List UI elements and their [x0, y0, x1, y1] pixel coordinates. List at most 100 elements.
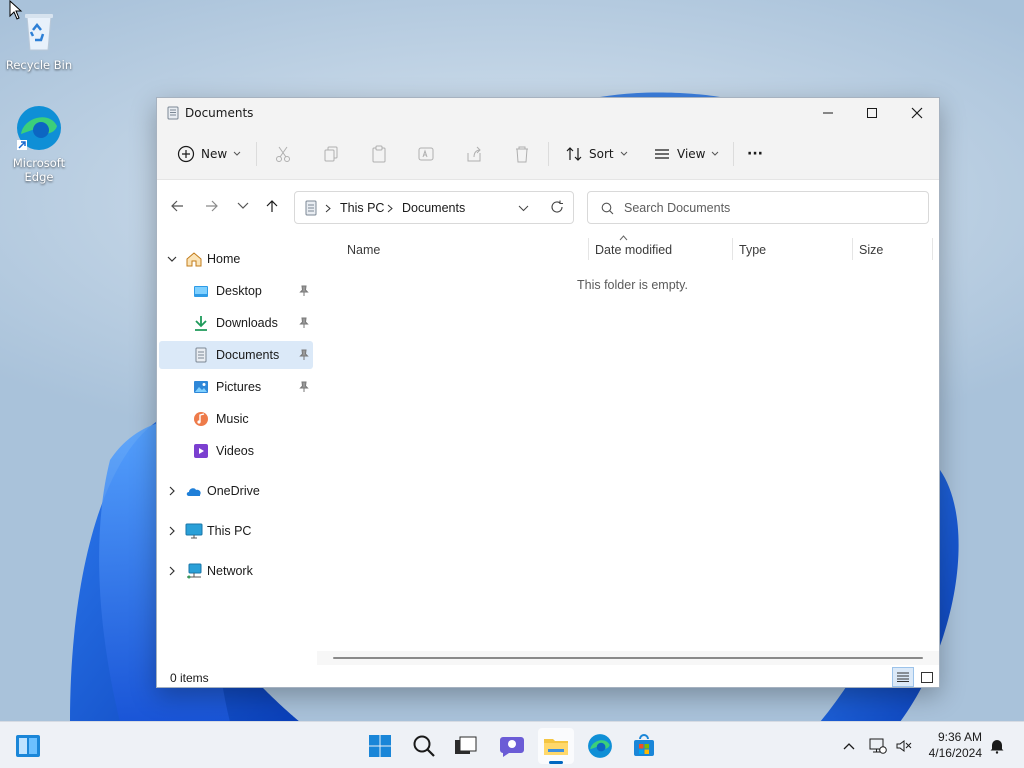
chevron-down-icon	[712, 151, 719, 156]
paste-button[interactable]	[370, 138, 388, 170]
start-button[interactable]	[362, 728, 398, 764]
delete-button[interactable]	[513, 138, 531, 170]
navigation-pane: Home Desktop Downloads Documents Picture…	[157, 234, 317, 654]
sidebar-item-this-pc[interactable]: This PC	[163, 517, 313, 545]
column-divider[interactable]	[932, 238, 933, 260]
search-icon	[601, 202, 614, 215]
arrow-up-icon	[266, 200, 278, 212]
sidebar-item-network[interactable]: Network	[163, 557, 313, 585]
sidebar-item-home[interactable]: Home	[163, 245, 313, 273]
chevron-right-icon[interactable]	[169, 566, 176, 576]
column-header-type[interactable]: Type	[739, 243, 766, 257]
title-bar[interactable]: Documents	[157, 98, 939, 128]
column-header-row: Name Date modified Type Size	[317, 234, 939, 264]
minimize-button[interactable]	[805, 98, 851, 128]
sidebar-item-music[interactable]: Music	[159, 405, 313, 433]
sidebar-item-downloads[interactable]: Downloads	[159, 309, 313, 337]
copy-button[interactable]	[322, 138, 340, 170]
up-button[interactable]	[258, 192, 286, 220]
onedrive-icon	[186, 488, 201, 496]
back-button[interactable]	[163, 192, 191, 220]
maximize-button[interactable]	[849, 98, 895, 128]
sidebar-item-videos[interactable]: Videos	[159, 437, 313, 465]
sort-button[interactable]: Sort	[565, 138, 628, 170]
chat-button[interactable]	[494, 728, 530, 764]
pin-icon	[299, 349, 309, 360]
arrow-left-icon	[171, 200, 183, 212]
cut-button[interactable]	[274, 138, 292, 170]
details-view-icon	[897, 672, 909, 682]
close-icon	[911, 107, 923, 119]
file-explorer-taskbar-button[interactable]	[538, 728, 574, 764]
sidebar-item-label: This PC	[207, 524, 252, 538]
chat-icon	[500, 737, 524, 757]
desktop-folder-icon	[194, 286, 208, 297]
desktop-icon-label: Recycle Bin	[5, 58, 73, 72]
notifications-button[interactable]	[984, 728, 1010, 764]
breadcrumb-this-pc[interactable]: This PC	[340, 201, 384, 215]
column-header-name[interactable]: Name	[347, 243, 380, 257]
volume-tray-button[interactable]	[891, 728, 917, 764]
divider	[733, 142, 734, 166]
show-hidden-icons-button[interactable]	[834, 728, 864, 764]
store-taskbar-button[interactable]	[626, 728, 662, 764]
chevron-right-icon[interactable]	[169, 526, 176, 536]
chevron-right-icon[interactable]	[169, 486, 176, 496]
see-more-button[interactable]: ···	[747, 138, 763, 170]
column-header-date-modified[interactable]: Date modified	[595, 243, 672, 257]
task-view-button[interactable]	[448, 728, 484, 764]
empty-folder-message: This folder is empty.	[577, 278, 688, 292]
paste-icon	[372, 145, 386, 163]
address-bar[interactable]: This PC Documents	[294, 191, 574, 224]
documents-icon	[195, 347, 207, 363]
sort-label: Sort	[589, 147, 614, 161]
widgets-button[interactable]	[10, 728, 46, 764]
chevron-down-icon[interactable]	[167, 256, 177, 263]
desktop-icon-microsoft-edge[interactable]: Microsoft Edge	[4, 104, 74, 184]
large-icons-view-button[interactable]	[916, 667, 938, 687]
horizontal-scrollbar[interactable]	[317, 651, 939, 665]
refresh-icon[interactable]	[550, 200, 564, 214]
sidebar-item-desktop[interactable]: Desktop	[159, 277, 313, 305]
sort-icon	[566, 147, 582, 161]
copy-icon	[324, 146, 338, 162]
sidebar-item-pictures[interactable]: Pictures	[159, 373, 313, 401]
breadcrumb-documents[interactable]: Documents	[402, 201, 465, 215]
file-explorer-icon	[544, 739, 568, 755]
sidebar-item-documents[interactable]: Documents	[159, 341, 313, 369]
close-button[interactable]	[894, 98, 939, 128]
notification-icon	[990, 740, 1004, 754]
search-input[interactable]	[624, 199, 914, 217]
this-pc-icon	[185, 523, 203, 539]
scrollbar-thumb[interactable]	[333, 657, 923, 659]
new-button[interactable]: New	[177, 138, 241, 170]
column-divider[interactable]	[732, 238, 733, 260]
column-header-size[interactable]: Size	[859, 243, 883, 257]
sidebar-item-label: Downloads	[216, 316, 278, 330]
sidebar-item-label: Pictures	[216, 380, 262, 394]
forward-button[interactable]	[198, 192, 226, 220]
search-box[interactable]	[587, 191, 929, 224]
edge-taskbar-button[interactable]	[582, 728, 618, 764]
network-tray-button[interactable]	[864, 728, 892, 764]
column-divider[interactable]	[852, 238, 853, 260]
chevron-down-icon[interactable]	[518, 205, 529, 212]
share-button[interactable]	[465, 138, 483, 170]
chevron-right-icon	[325, 204, 331, 213]
chevron-down-icon	[233, 151, 241, 156]
minimize-icon	[823, 112, 833, 114]
view-button[interactable]: View	[653, 138, 719, 170]
recent-locations-button[interactable]	[229, 192, 257, 220]
recycle-bin-icon	[25, 14, 53, 51]
rename-button[interactable]	[417, 138, 435, 170]
videos-icon	[194, 444, 208, 458]
search-taskbar-button[interactable]	[406, 728, 442, 764]
documents-icon	[167, 106, 179, 120]
details-view-button[interactable]	[892, 667, 914, 687]
column-divider[interactable]	[588, 238, 589, 260]
task-view-icon	[455, 736, 477, 754]
maximize-icon	[867, 108, 877, 118]
clock[interactable]: 9:36 AM 4/16/2024	[920, 729, 982, 761]
sidebar-item-onedrive[interactable]: OneDrive	[163, 477, 313, 505]
divider	[256, 142, 257, 166]
